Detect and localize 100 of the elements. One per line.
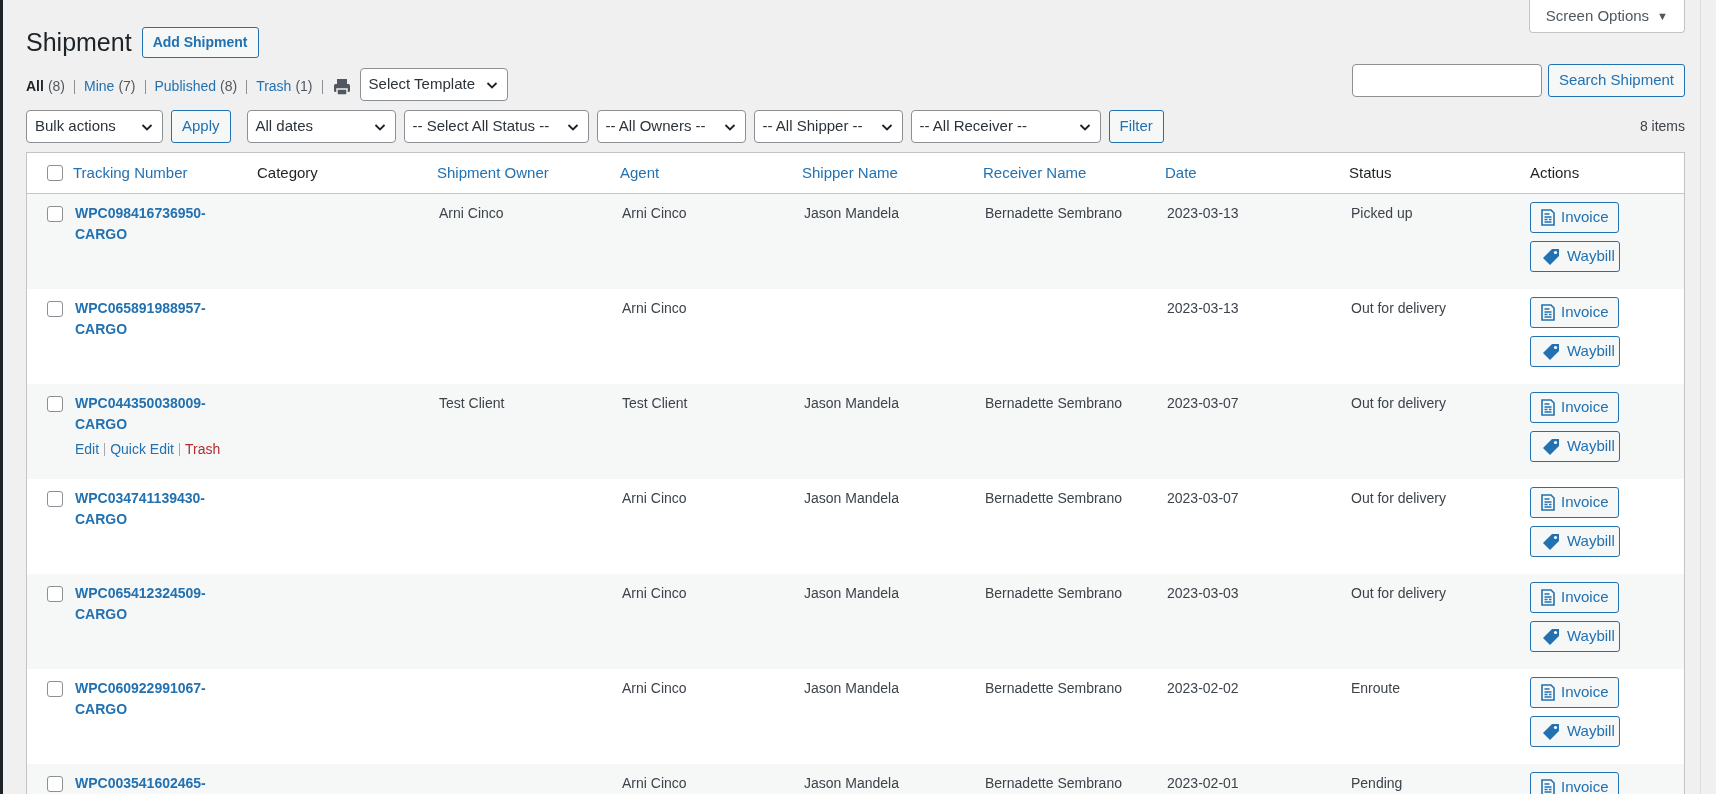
dropdown[interactable]: Bulk actions: [26, 110, 163, 143]
table-cell: Enroute: [1351, 680, 1401, 696]
tracking-number-link[interactable]: WPC034741139430- CARGO: [75, 488, 249, 530]
trash-link[interactable]: Trash: [184, 439, 221, 460]
column-header[interactable]: Tracking Number: [73, 163, 188, 181]
printer-icon[interactable]: [331, 76, 352, 97]
view-count: (7): [118, 77, 136, 96]
table-cell: Bernadette Sembrano: [985, 775, 1122, 791]
checkbox[interactable]: [47, 681, 63, 697]
tracking-number-link[interactable]: WPC003541602465-: [75, 773, 249, 794]
table-cell: Jason Mandela: [804, 395, 899, 411]
tracking-number-link[interactable]: WPC065412324509- CARGO: [75, 583, 249, 625]
dropdown[interactable]: All dates: [246, 110, 396, 143]
screen-options-button[interactable]: Screen Options ▼: [1528, 0, 1685, 33]
column-header[interactable]: Date: [1165, 163, 1197, 181]
invoice-document-icon: [1541, 399, 1555, 416]
invoice-button[interactable]: Invoice: [1530, 487, 1619, 518]
tag-icon: [1541, 436, 1561, 457]
invoice-document-icon: [1541, 779, 1555, 794]
tracking-number-link[interactable]: WPC098416736950- CARGO: [75, 203, 249, 245]
table-cell: 2023-02-01: [1167, 775, 1239, 791]
checkbox[interactable]: [47, 206, 63, 222]
table-cell: Jason Mandela: [804, 585, 899, 601]
add-shipment-button[interactable]: Add Shipment: [141, 26, 259, 58]
column-header[interactable]: Receiver Name: [983, 163, 1087, 181]
checkbox[interactable]: [47, 586, 63, 602]
table-cell: Arni Cinco: [622, 205, 687, 221]
table-cell: Arni Cinco: [622, 585, 687, 601]
tracking-number-link[interactable]: WPC044350038009- CARGO: [75, 393, 249, 435]
apply-button[interactable]: Apply: [171, 110, 231, 143]
invoice-button[interactable]: Invoice: [1530, 297, 1619, 328]
column-header[interactable]: Shipment Owner: [437, 163, 549, 181]
invoice-button[interactable]: Invoice: [1530, 202, 1619, 233]
table-cell: Pending: [1351, 775, 1403, 791]
dropdown[interactable]: -- All Shipper --: [753, 110, 903, 143]
table-cell: 2023-03-03: [1167, 585, 1239, 601]
invoice-button[interactable]: Invoice: [1530, 772, 1619, 794]
dropdown[interactable]: -- All Receiver --: [910, 110, 1101, 143]
tag-icon: [1541, 246, 1561, 267]
tag-icon: [1541, 341, 1561, 362]
tag-icon: [1541, 531, 1561, 552]
table-cell: Bernadette Sembrano: [985, 680, 1122, 696]
table-cell: Test Client: [439, 395, 505, 411]
page-title: Shipment: [26, 27, 132, 58]
waybill-button[interactable]: Waybill: [1530, 336, 1620, 367]
search-field[interactable]: [1351, 64, 1542, 97]
view-count: (8): [220, 77, 238, 96]
table-cell: 2023-02-02: [1167, 680, 1239, 696]
table-cell: Bernadette Sembrano: [985, 585, 1122, 601]
table-cell: Picked up: [1351, 205, 1413, 221]
column-header: Actions: [1530, 163, 1580, 181]
invoice-button[interactable]: Invoice: [1530, 582, 1619, 613]
table-cell: Jason Mandela: [804, 205, 899, 221]
tracking-number-link[interactable]: WPC060922991067- CARGO: [75, 678, 249, 720]
table-cell: Arni Cinco: [622, 300, 687, 316]
dropdown[interactable]: Select Template: [359, 68, 508, 101]
table-cell: Out for delivery: [1351, 395, 1446, 411]
column-header[interactable]: Shipper Name: [802, 163, 898, 181]
table-cell: Arni Cinco: [622, 680, 687, 696]
search-button[interactable]: Search Shipment: [1547, 64, 1685, 97]
view-link[interactable]: Mine: [84, 76, 115, 97]
invoice-document-icon: [1541, 494, 1555, 511]
tracking-number-link[interactable]: WPC065891988957- CARGO: [75, 298, 249, 340]
invoice-button[interactable]: Invoice: [1530, 392, 1619, 423]
item-count: 8 items: [1639, 117, 1685, 136]
checkbox[interactable]: [47, 301, 63, 317]
table-cell: Arni Cinco: [622, 775, 687, 791]
dropdown[interactable]: -- Select All Status --: [403, 110, 589, 143]
invoice-document-icon: [1541, 589, 1555, 606]
checkbox[interactable]: [47, 396, 63, 412]
dropdown[interactable]: -- All Owners --: [596, 110, 746, 143]
filter-button[interactable]: Filter: [1108, 110, 1164, 143]
invoice-button[interactable]: Invoice: [1530, 677, 1619, 708]
checkbox[interactable]: [47, 165, 63, 181]
table-cell: Bernadette Sembrano: [985, 395, 1122, 411]
dropdown-arrow: ▼: [1657, 8, 1668, 24]
waybill-button[interactable]: Waybill: [1530, 431, 1620, 462]
table-cell: 2023-03-13: [1167, 205, 1239, 221]
column-header[interactable]: Agent: [620, 163, 660, 181]
waybill-button[interactable]: Waybill: [1530, 621, 1620, 652]
waybill-button[interactable]: Waybill: [1530, 716, 1620, 747]
waybill-button[interactable]: Waybill: [1530, 241, 1620, 272]
invoice-document-icon: [1541, 209, 1555, 226]
view-link[interactable]: All: [26, 76, 44, 97]
table-cell: Jason Mandela: [804, 775, 899, 791]
table-cell: Out for delivery: [1351, 585, 1446, 601]
view-link[interactable]: Trash: [256, 76, 292, 97]
tag-icon: [1541, 626, 1561, 647]
view-count: (8): [47, 77, 65, 96]
table-cell: Bernadette Sembrano: [985, 205, 1122, 221]
waybill-button[interactable]: Waybill: [1530, 526, 1620, 557]
view-link[interactable]: Published: [154, 76, 216, 97]
column-header: Category: [257, 163, 318, 181]
row-action-link[interactable]: Quick Edit: [110, 439, 174, 460]
checkbox[interactable]: [47, 776, 63, 792]
row-action-link[interactable]: Edit: [75, 439, 100, 460]
table-cell: Jason Mandela: [804, 680, 899, 696]
table-cell: Bernadette Sembrano: [985, 490, 1122, 506]
checkbox[interactable]: [47, 491, 63, 507]
invoice-document-icon: [1541, 684, 1555, 701]
